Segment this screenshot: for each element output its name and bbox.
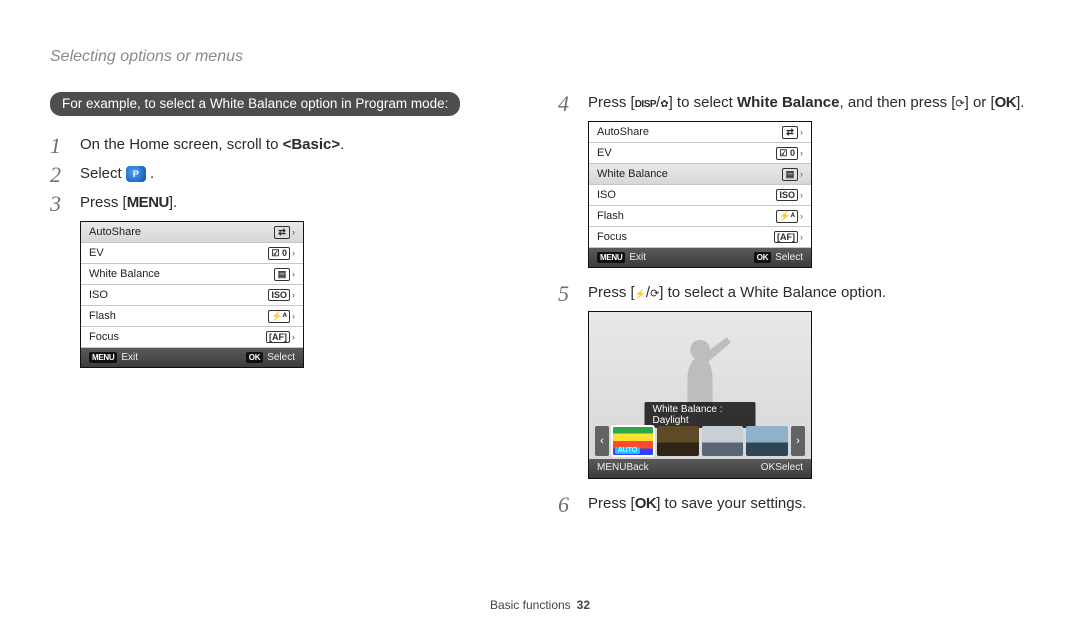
- step-number: 1: [50, 134, 68, 157]
- prev-arrow-icon[interactable]: ‹: [595, 426, 609, 456]
- menu-row-label: Focus: [597, 231, 627, 243]
- menu-row-label: Flash: [597, 210, 624, 222]
- menu-row-value: ☑ 0›: [268, 247, 295, 260]
- page-title: Selecting options or menus: [50, 48, 1030, 66]
- step-number: 4: [558, 92, 576, 115]
- step-text: Press [/] to select a White Balance opti…: [588, 282, 886, 304]
- menu-row-value: [AF]›: [774, 231, 803, 243]
- menu-row-label: ISO: [597, 189, 616, 201]
- right-column: 4 Press [/] to select White Balance, and…: [558, 92, 1030, 522]
- menu-footer: MENUExitOKSelect: [589, 248, 811, 267]
- wb-option-fluorescent[interactable]: [746, 426, 788, 456]
- wb-option-cloudy[interactable]: [702, 426, 744, 456]
- menu-footer: MENUExitOKSelect: [81, 348, 303, 367]
- menu-row[interactable]: Flash ⚡ᴬ›: [589, 206, 811, 227]
- step-number: 2: [50, 163, 68, 186]
- menu-row-label: Flash: [89, 310, 116, 322]
- left-column: For example, to select a White Balance o…: [50, 92, 522, 522]
- menu-row-label: White Balance: [89, 268, 160, 280]
- right-steps-2: 5 Press [/] to select a White Balance op…: [558, 282, 1030, 305]
- menu-row-value: [AF]›: [266, 331, 295, 343]
- menu-row[interactable]: AutoShare ⇄›: [589, 122, 811, 143]
- wb-option-auto[interactable]: [612, 426, 654, 456]
- menu-row[interactable]: White Balance ▤›: [81, 264, 303, 285]
- camera-menu-screenshot-left: AutoShare ⇄› EV ☑ 0› White Balance ▤› ISO ISO› F…: [80, 221, 304, 368]
- menu-row-label: EV: [597, 147, 612, 159]
- menu-row-value: ⇄›: [274, 226, 295, 239]
- step-text: Press [/] to select White Balance, and t…: [588, 92, 1024, 114]
- menu-row[interactable]: ISO ISO›: [589, 185, 811, 206]
- menu-row[interactable]: White Balance ▤›: [589, 164, 811, 185]
- step-text: Press [OK] to save your settings.: [588, 493, 806, 515]
- menu-row-value: ☑ 0›: [776, 147, 803, 160]
- menu-row[interactable]: EV ☑ 0›: [589, 143, 811, 164]
- menu-row[interactable]: Flash ⚡ᴬ›: [81, 306, 303, 327]
- menu-row-label: AutoShare: [89, 226, 141, 238]
- menu-row-label: Focus: [89, 331, 119, 343]
- menu-row-value: ⇄›: [782, 126, 803, 139]
- menu-row-value: ⚡ᴬ›: [776, 210, 803, 223]
- wb-footer: MENUBack OKSelect: [589, 459, 811, 478]
- right-steps-3: 6 Press [OK] to save your settings.: [558, 493, 1030, 516]
- step-number: 5: [558, 282, 576, 305]
- wb-thumbnails: ‹ ›: [595, 426, 805, 456]
- menu-row[interactable]: Focus [AF]›: [81, 327, 303, 348]
- menu-row[interactable]: AutoShare ⇄›: [81, 222, 303, 243]
- white-balance-preview: White Balance : Daylight ‹ › MENUBack OK…: [588, 311, 812, 479]
- step-text: On the Home screen, scroll to <Basic>.: [80, 134, 344, 156]
- page-footer: Basic functions32: [0, 598, 1080, 612]
- step-text: Press [MENU].: [80, 192, 177, 214]
- camera-menu-screenshot-right: AutoShare ⇄› EV ☑ 0› White Balance ▤› ISO ISO› F…: [588, 121, 812, 268]
- menu-row[interactable]: EV ☑ 0›: [81, 243, 303, 264]
- menu-row-label: EV: [89, 247, 104, 259]
- step-text: Select P .: [80, 163, 154, 185]
- right-steps: 4 Press [/] to select White Balance, and…: [558, 92, 1030, 115]
- menu-row-value: ▤›: [274, 268, 295, 281]
- example-pill: For example, to select a White Balance o…: [50, 92, 460, 116]
- menu-row-label: White Balance: [597, 168, 668, 180]
- menu-row-value: ISO›: [268, 289, 295, 301]
- menu-row[interactable]: Focus [AF]›: [589, 227, 811, 248]
- menu-row-value: ▤›: [782, 168, 803, 181]
- left-steps: 1 On the Home screen, scroll to <Basic>.…: [50, 134, 522, 215]
- step-number: 3: [50, 192, 68, 215]
- wb-label: White Balance : Daylight: [645, 402, 756, 428]
- menu-row-value: ISO›: [776, 189, 803, 201]
- menu-row-label: ISO: [89, 289, 108, 301]
- next-arrow-icon[interactable]: ›: [791, 426, 805, 456]
- step-number: 6: [558, 493, 576, 516]
- menu-row-value: ⚡ᴬ›: [268, 310, 295, 323]
- wb-option-daylight[interactable]: [657, 426, 699, 456]
- menu-row[interactable]: ISO ISO›: [81, 285, 303, 306]
- menu-row-label: AutoShare: [597, 126, 649, 138]
